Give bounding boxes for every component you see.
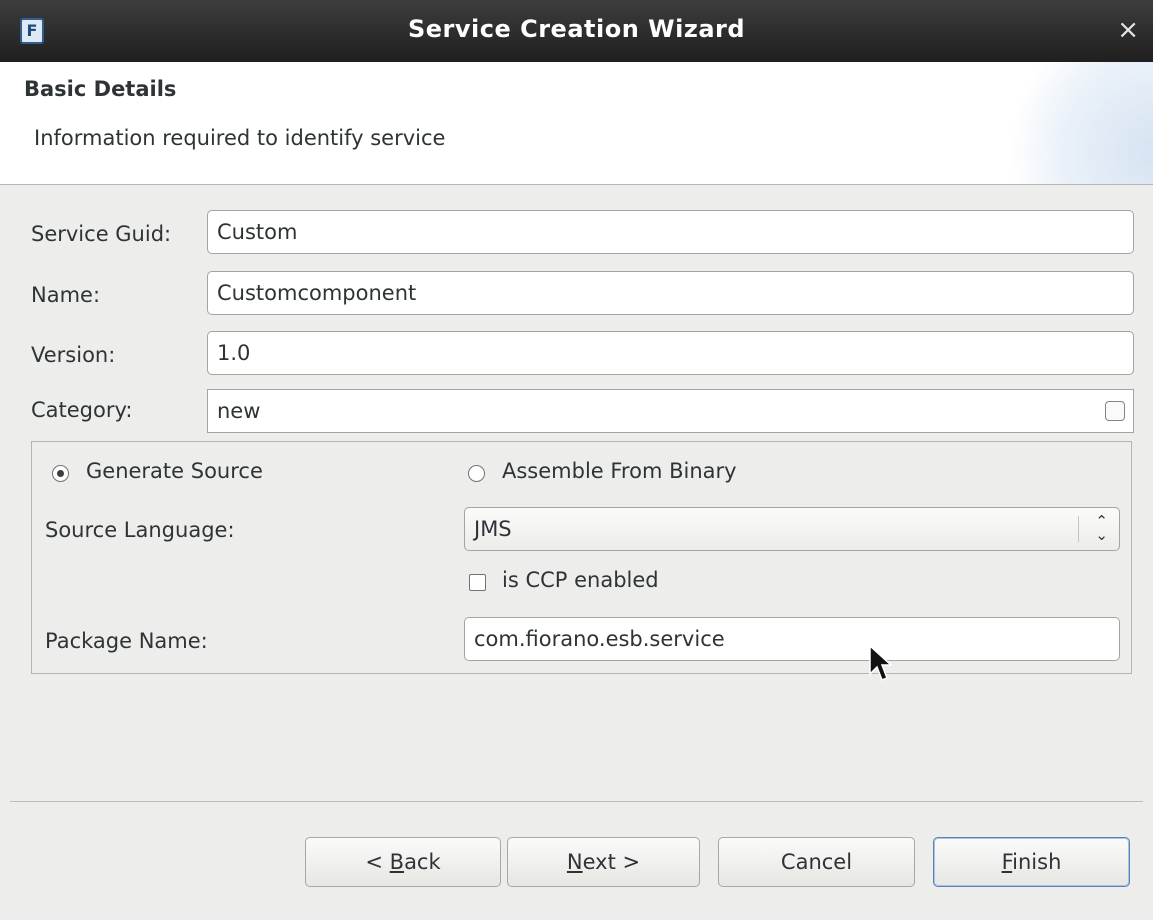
close-icon[interactable]: × (1117, 16, 1139, 44)
next-button[interactable]: Next > (507, 837, 700, 887)
source-language-label: Source Language: (45, 518, 235, 542)
select-divider (1078, 516, 1079, 542)
name-input[interactable]: Customcomponent (207, 271, 1134, 315)
source-language-value: JMS (474, 517, 512, 541)
ccp-enabled-label[interactable]: is CCP enabled (502, 568, 659, 592)
ccp-enabled-checkbox[interactable] (469, 574, 486, 591)
category-value: new (217, 399, 261, 423)
service-guid-label: Service Guid: (31, 222, 172, 246)
category-dropdown-button[interactable] (1105, 401, 1125, 421)
mouse-pointer-icon (869, 644, 892, 681)
next-button-mnemonic: N (566, 850, 583, 874)
service-guid-input[interactable]: Custom (207, 210, 1134, 254)
finish-button[interactable]: Finish (933, 837, 1130, 887)
package-name-label: Package Name: (45, 629, 208, 653)
generate-source-radio[interactable] (52, 465, 69, 482)
source-language-select[interactable]: JMS ⌃ ⌄ (464, 507, 1120, 551)
back-button-mnemonic: B (389, 850, 405, 874)
back-button[interactable]: < Back (305, 837, 501, 887)
wizard-header: Basic Details Information required to id… (0, 62, 1153, 185)
finish-button-mnemonic: F (1001, 850, 1013, 874)
assemble-from-binary-label[interactable]: Assemble From Binary (502, 459, 737, 483)
finish-button-rest: inish (1012, 850, 1062, 874)
category-label: Category: (31, 398, 133, 422)
version-label: Version: (31, 343, 116, 367)
cancel-button-label: Cancel (780, 850, 853, 874)
back-button-prefix: < (365, 850, 390, 874)
window-title: Service Creation Wizard (407, 15, 746, 43)
assemble-from-binary-radio[interactable] (468, 465, 485, 482)
back-button-rest: ack (404, 850, 441, 874)
page-title: Basic Details (24, 77, 177, 101)
category-combo[interactable]: new (207, 389, 1134, 433)
cancel-button[interactable]: Cancel (718, 837, 915, 887)
next-button-rest: ext > (582, 850, 641, 874)
name-label: Name: (31, 283, 101, 307)
page-description: Information required to identify service (34, 126, 446, 150)
generate-source-label[interactable]: Generate Source (86, 459, 263, 483)
package-name-input[interactable]: com.fiorano.esb.service (464, 617, 1120, 661)
title-bar: F Service Creation Wizard × (0, 0, 1153, 62)
chevron-up-down-icon: ⌃ ⌄ (1095, 512, 1108, 544)
version-input[interactable]: 1.0 (207, 331, 1134, 375)
button-bar-separator (10, 801, 1143, 802)
header-decoration (973, 62, 1153, 184)
